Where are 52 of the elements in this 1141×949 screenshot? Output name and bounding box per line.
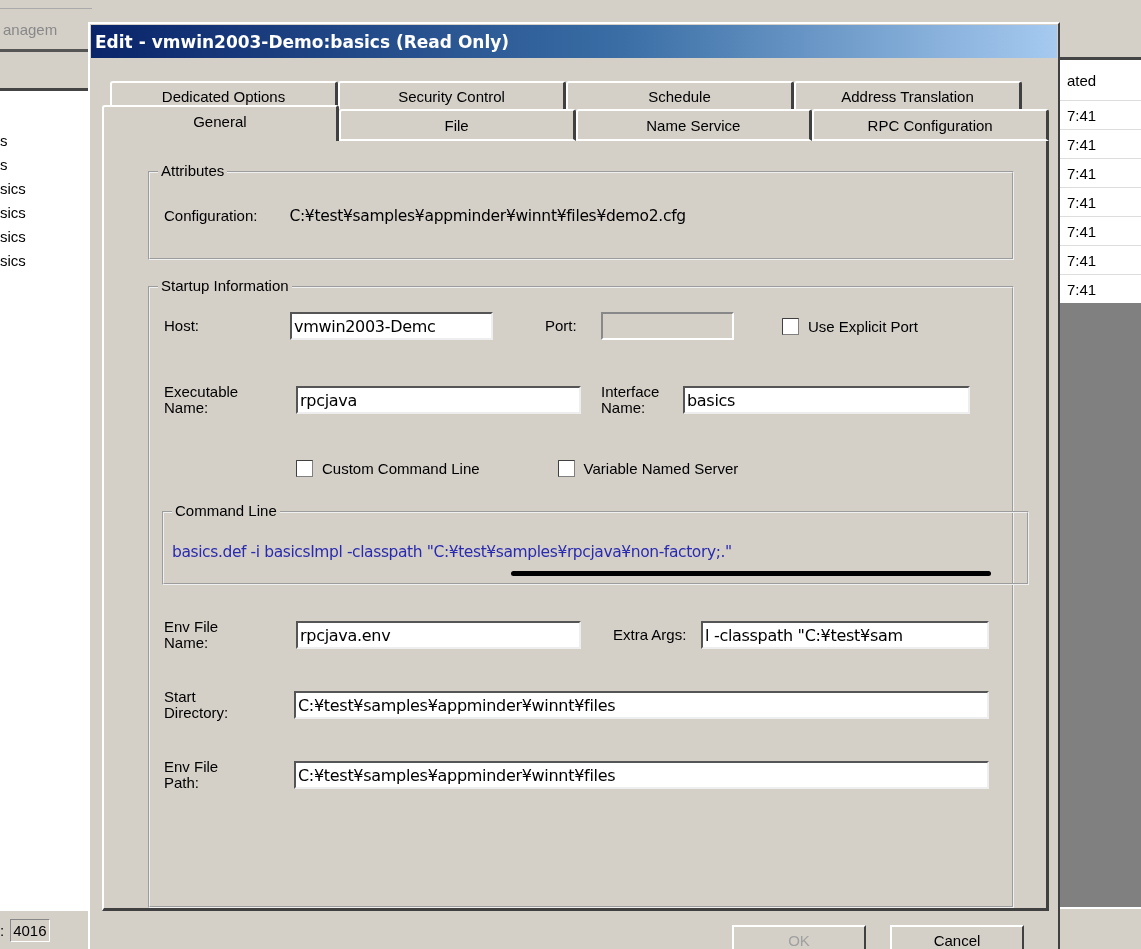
group-title: Startup Information	[158, 277, 292, 295]
table-cell: 7:41	[1067, 164, 1097, 182]
checkbox[interactable]	[296, 460, 313, 478]
tab[interactable]: File	[338, 109, 576, 141]
column-header[interactable]: ated	[1067, 71, 1097, 89]
table-cell: 7:41	[1067, 280, 1097, 298]
tab[interactable]: RPC Configuration	[812, 109, 1049, 141]
checkbox-label: Variable Named Server	[583, 460, 739, 478]
dialog-button[interactable]: Cancel	[890, 925, 1024, 949]
list-item[interactable]: sics	[0, 225, 92, 249]
table-cell: 7:41	[1067, 135, 1097, 153]
tab[interactable]: Name Service	[575, 109, 813, 141]
text-field[interactable]: basics	[683, 386, 970, 415]
checkbox-label: Custom Command Line	[322, 460, 480, 478]
field-label: Env File Name:	[164, 619, 220, 652]
list-item[interactable]: s	[0, 153, 92, 177]
tab[interactable]: Security Control	[338, 81, 566, 109]
table-cell: 7:41	[1067, 193, 1097, 211]
text-field[interactable]: vmwin2003-Demc	[290, 312, 493, 341]
list-item[interactable]: sics	[0, 201, 92, 225]
text-field[interactable]: rpcjava.env	[296, 621, 581, 650]
checkbox[interactable]	[782, 317, 799, 335]
text-field[interactable]: C:¥test¥samples¥appminder¥winnt¥files	[294, 761, 989, 790]
window-title: Edit - vmwin2003-Demo:basics (Read Only)	[91, 25, 1057, 58]
list-item[interactable]: sics	[0, 249, 92, 273]
field-label: Host:	[164, 318, 200, 335]
field-label: Configuration:	[164, 207, 258, 225]
status-label: :	[0, 921, 5, 939]
field-label: Extra Args:	[613, 627, 688, 644]
tab[interactable]: Schedule	[566, 81, 794, 109]
table-cell: 7:41	[1067, 106, 1097, 124]
checkbox[interactable]	[557, 460, 575, 478]
field-label: Executable Name:	[164, 384, 240, 417]
text-field[interactable]: rpcjava	[296, 386, 581, 415]
field-label: Start Directory:	[164, 689, 230, 722]
field-label: Interface Name:	[601, 384, 661, 417]
list-item[interactable]: sics	[0, 177, 92, 201]
text-field[interactable]: l -classpath "C:¥test¥sam	[701, 621, 989, 650]
group-title: Attributes	[158, 162, 228, 179]
tab[interactable]: Address Translation	[794, 81, 1022, 109]
table-cell: 7:41	[1067, 251, 1097, 269]
field-label: Env File Path:	[164, 759, 220, 792]
status-field: 4016	[10, 918, 50, 942]
table-cell: 7:41	[1067, 222, 1097, 240]
command-line-text: basics.def -i basicsImpl -classpath "C:¥test¥samples¥rpcjava¥non-factory;."	[172, 543, 732, 562]
tab[interactable]: General	[102, 105, 339, 141]
configuration-path: C:¥test¥samples¥appminder¥winnt¥files¥demo2.cfg	[289, 206, 686, 225]
list-item[interactable]: s	[0, 129, 92, 153]
app-title: anagem	[3, 20, 58, 38]
field-label: Port:	[545, 318, 578, 335]
text-field[interactable]: C:¥test¥samples¥appminder¥winnt¥files	[294, 691, 989, 720]
checkbox-label: Use Explicit Port	[808, 317, 919, 335]
